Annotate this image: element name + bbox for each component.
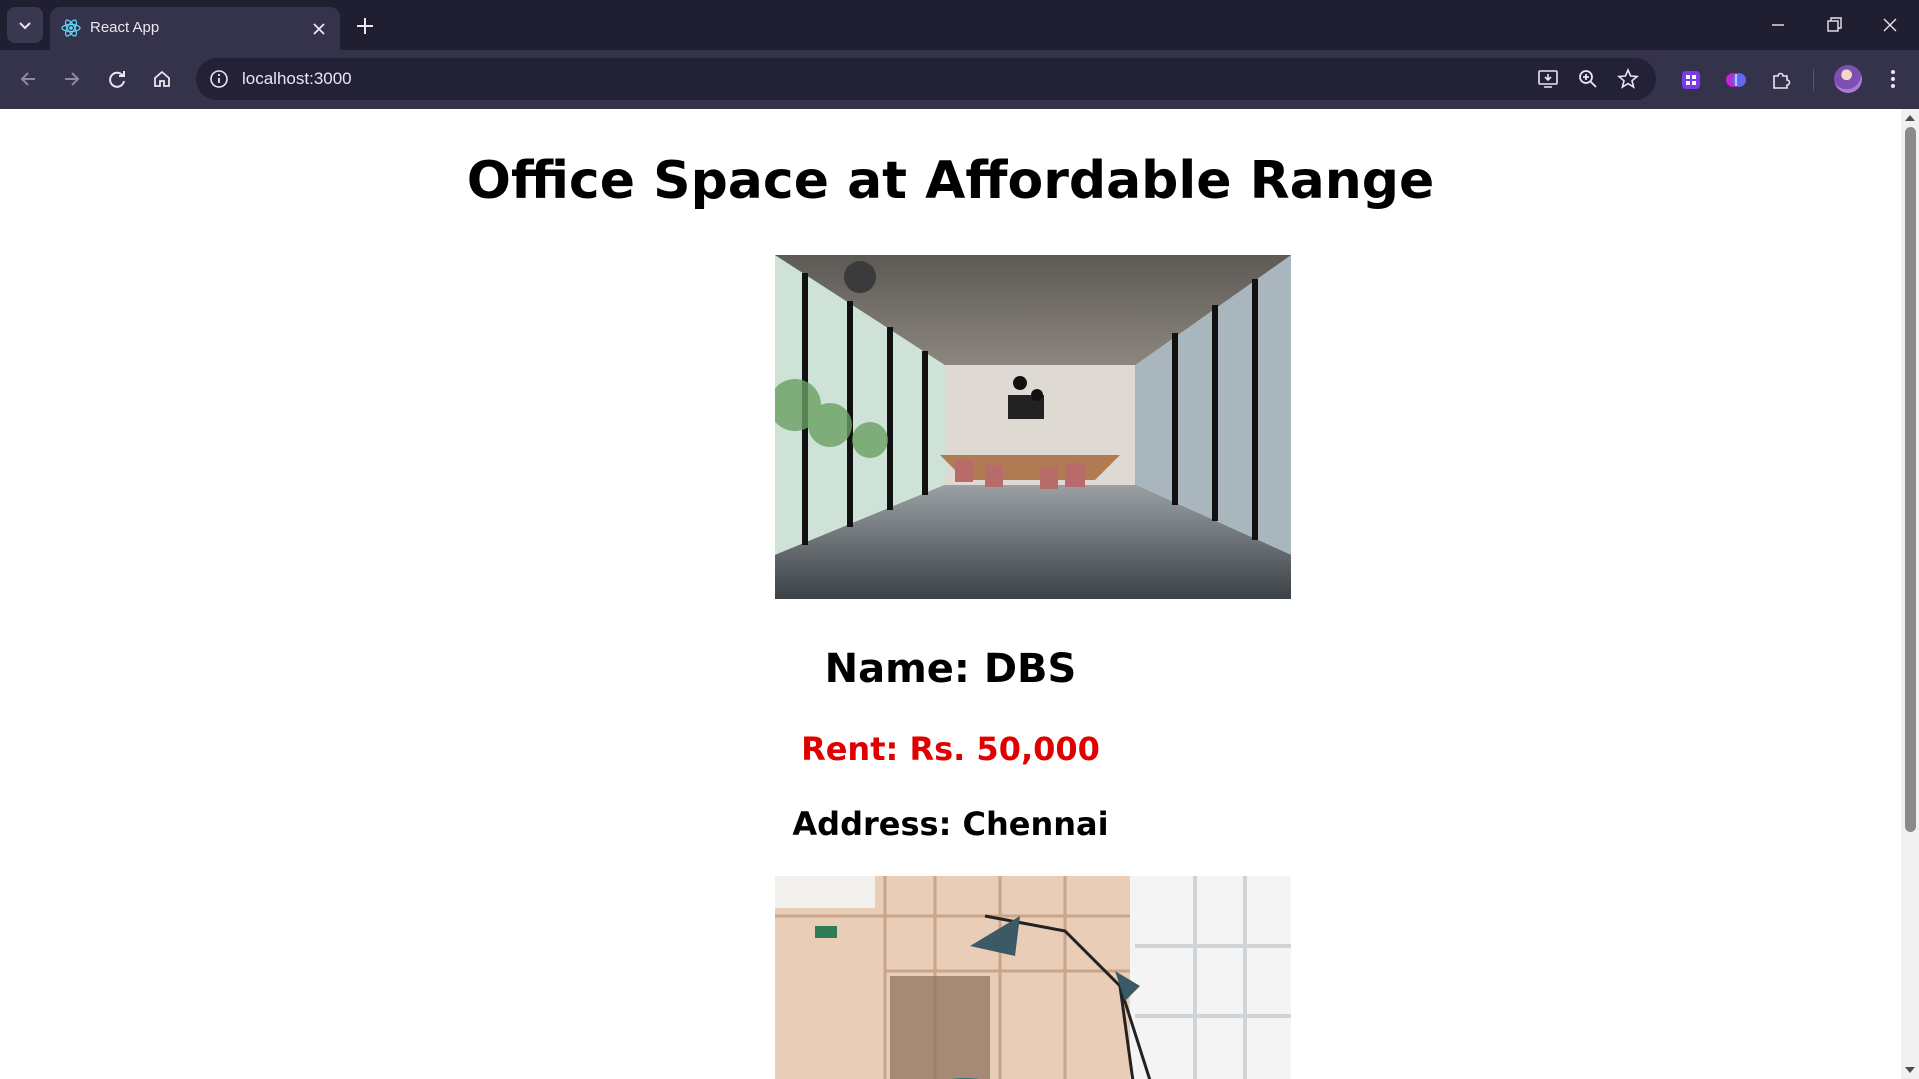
install-app-icon[interactable] — [1536, 67, 1560, 91]
url-text[interactable]: localhost:3000 — [242, 69, 352, 89]
scroll-down-arrow-icon[interactable] — [1904, 1064, 1916, 1076]
chevron-down-icon — [19, 22, 31, 30]
scroll-thumb[interactable] — [1905, 127, 1916, 832]
reload-icon[interactable] — [102, 64, 132, 94]
extension-brain-icon[interactable] — [1723, 67, 1749, 93]
extension-purple-icon[interactable] — [1678, 67, 1704, 93]
office-name: Name: DBS — [824, 646, 1077, 692]
office-interior-photo — [775, 255, 1291, 599]
bookmark-star-icon[interactable] — [1616, 67, 1640, 91]
back-arrow-icon[interactable] — [13, 64, 43, 94]
forward-arrow-icon[interactable] — [57, 64, 87, 94]
window-close-icon[interactable] — [1877, 12, 1903, 38]
office-interior-photo-2 — [775, 876, 1291, 1079]
office-image — [775, 255, 1291, 599]
active-tab[interactable]: React App — [50, 7, 340, 50]
address-bar[interactable]: localhost:3000 — [196, 58, 1656, 100]
office-rent: Rent: Rs. 50,000 — [801, 730, 1100, 768]
tab-strip: React App — [0, 0, 1919, 50]
toolbar-separator — [1813, 69, 1814, 91]
site-info-icon[interactable] — [208, 68, 230, 90]
office-image-2 — [775, 876, 1291, 1079]
puzzle-icon[interactable] — [1768, 67, 1794, 93]
close-icon[interactable] — [308, 18, 330, 40]
kebab-menu-icon[interactable] — [1880, 66, 1906, 92]
tab-title: React App — [90, 19, 160, 36]
page-title: Office Space at Affordable Range — [466, 151, 1435, 211]
minimize-icon[interactable] — [1765, 12, 1791, 38]
plus-icon[interactable] — [352, 13, 378, 39]
home-icon[interactable] — [147, 64, 177, 94]
avatar[interactable] — [1834, 65, 1862, 93]
react-icon — [61, 19, 81, 37]
restore-icon[interactable] — [1821, 12, 1847, 38]
tab-search-button[interactable] — [7, 7, 43, 43]
page-viewport: Office Space at Affordable Range Name: D… — [0, 109, 1901, 1079]
office-address: Address: Chennai — [792, 805, 1109, 843]
scroll-up-arrow-icon[interactable] — [1904, 112, 1916, 124]
zoom-icon[interactable] — [1576, 67, 1600, 91]
page-scrollbar[interactable] — [1901, 109, 1919, 1079]
browser-toolbar: localhost:3000 — [0, 50, 1919, 109]
